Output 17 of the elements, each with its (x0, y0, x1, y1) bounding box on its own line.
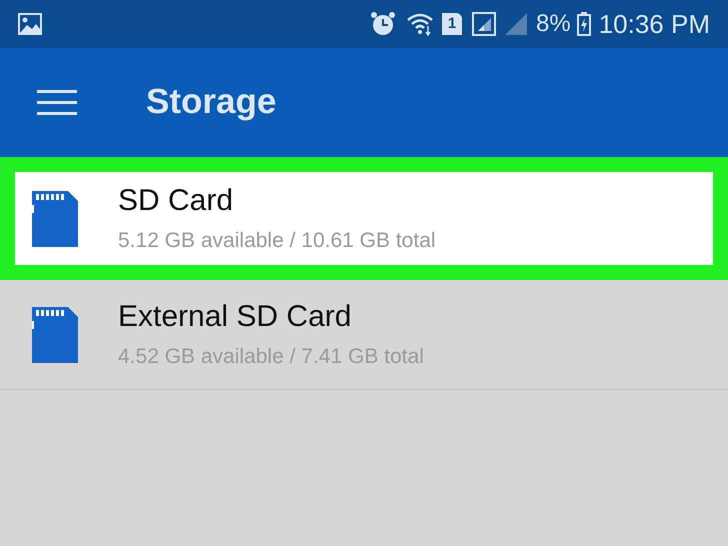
storage-name: SD Card (118, 186, 234, 216)
sim-slot-indicator: 1 (442, 13, 462, 35)
storage-item[interactable]: SD Card 5.12 GB available / 10.61 GB total (0, 157, 728, 280)
screen-title: Storage (146, 81, 276, 124)
sd-card-icon (32, 190, 78, 246)
battery-percentage: 8% (536, 9, 571, 39)
menu-icon[interactable] (37, 88, 77, 116)
signal-icon (472, 12, 496, 36)
battery-charging-icon (576, 12, 591, 36)
storage-usage: 5.12 GB available / 10.61 GB total (118, 230, 436, 251)
image-icon (18, 13, 42, 35)
alarm-icon (370, 11, 396, 37)
signal-icon (504, 12, 528, 36)
sd-card-icon (32, 306, 78, 362)
storage-usage: 4.52 GB available / 7.41 GB total (118, 346, 424, 367)
clock: 10:36 PM (598, 8, 710, 40)
storage-name: External SD Card (118, 302, 352, 332)
